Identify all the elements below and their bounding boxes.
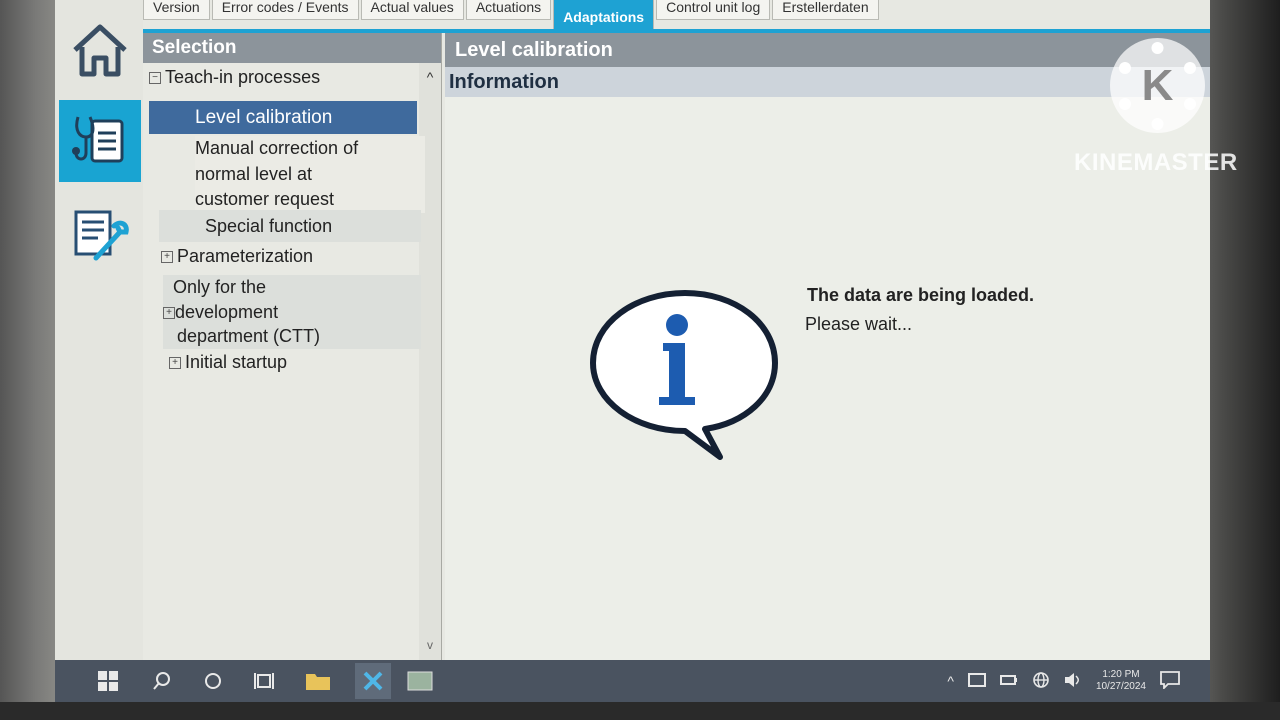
tree-node-label-line-3: customer request (195, 189, 335, 209)
tree-node-level-calibration[interactable]: Level calibration (149, 101, 417, 134)
main-title: Level calibration (445, 33, 1210, 67)
tree-node-label: Level calibration (195, 107, 333, 128)
system-tray: ^ 1:20 PM 10/27/2024 (947, 660, 1180, 702)
stethoscope-clipboard-icon (68, 107, 132, 176)
xentry-app-icon[interactable] (355, 663, 391, 699)
expand-icon[interactable]: + (169, 357, 181, 370)
icon-rail (55, 0, 145, 660)
tree-node-label: Parameterization (177, 246, 314, 266)
collapse-icon[interactable]: − (149, 72, 161, 85)
tree-node-label-block: Only for the development department (CTT… (173, 275, 320, 349)
tab-error-codes[interactable]: Error codes / Events (211, 0, 359, 20)
selection-panel: Selection ^ v − Teach-in processes Level … (143, 33, 442, 660)
tree-node-initial-startup[interactable]: + Initial startup (169, 350, 421, 375)
tab-adaptations[interactable]: Adaptations (553, 0, 655, 30)
expand-icon[interactable]: + (161, 251, 173, 264)
search-icon[interactable] (149, 668, 175, 694)
monitor-bezel-bottom (0, 702, 1280, 720)
info-speech-bubble-icon (585, 285, 785, 465)
tab-actuations[interactable]: Actuations (465, 0, 552, 20)
service-tools-button[interactable] (59, 195, 141, 277)
clock[interactable]: 1:20 PM 10/27/2024 (1096, 669, 1146, 693)
tree-node-development[interactable]: + Only for the development department (C… (163, 275, 421, 349)
taskbar: ^ 1:20 PM 10/27/2024 (55, 660, 1210, 702)
device-icon[interactable] (967, 672, 986, 691)
tree-node-label-line-1: Only for the (173, 277, 267, 297)
tree-node-label: Teach-in processes (165, 67, 321, 87)
scroll-down-icon[interactable]: v (419, 638, 441, 656)
home-button[interactable] (59, 12, 141, 94)
tree-node-label: Initial startup (185, 352, 288, 372)
tab-version[interactable]: Version (143, 0, 210, 20)
tree-node-parameterization[interactable]: + Parameterization (161, 244, 421, 269)
clock-time: 1:20 PM (1102, 669, 1140, 680)
loading-message-subtitle: Please wait... (805, 314, 913, 334)
file-explorer-icon[interactable] (305, 668, 331, 694)
kinemaster-logo-letter: K (1142, 61, 1174, 110)
tree-node-label-line-2: development (175, 301, 279, 322)
loading-message-title: The data are being loaded. (807, 285, 1035, 305)
tree-node-label-line-1: Manual correction of (195, 138, 359, 158)
network-globe-icon[interactable] (1032, 671, 1050, 692)
information-bar: Information (445, 67, 1210, 97)
tab-control-unit-log[interactable]: Control unit log (656, 0, 771, 20)
kinemaster-watermark-text: KINEMASTER (1074, 149, 1238, 176)
tree-node-label-line-3: department (CTT) (177, 326, 321, 346)
clock-date: 10/27/2024 (1095, 681, 1146, 692)
kinemaster-logo: K (1110, 38, 1205, 133)
monitor-bezel-left (0, 0, 60, 720)
notification-icon[interactable] (1160, 670, 1180, 692)
tree-node-teach-in[interactable]: − Teach-in processes (149, 65, 419, 90)
tree-node-label-line-2: normal level at (195, 163, 313, 184)
tree-node-manual-correction[interactable]: Manual correction of normal level at cus… (195, 136, 425, 213)
chevron-up-icon[interactable]: ^ (947, 673, 954, 689)
home-icon (69, 20, 131, 87)
tree-node-label: Special function (205, 215, 333, 236)
tab-bar: Version Error codes / Events Actual valu… (143, 0, 1210, 30)
selection-header: Selection (143, 33, 441, 63)
window-app-icon[interactable] (407, 668, 433, 694)
cortana-icon[interactable] (200, 668, 226, 694)
diagnosis-button[interactable] (59, 100, 141, 182)
main-panel: Level calibration Information The data a… (445, 33, 1210, 660)
tab-actual-values[interactable]: Actual values (360, 0, 464, 20)
screen: Version Error codes / Events Actual valu… (55, 0, 1210, 702)
windows-start-icon[interactable] (95, 668, 121, 694)
tree-node-special-function[interactable]: Special function (159, 210, 421, 242)
battery-icon[interactable] (999, 673, 1018, 689)
volume-icon[interactable] (1064, 672, 1082, 691)
tab-erstellerdaten[interactable]: Erstellerdaten (772, 0, 879, 20)
scroll-up-icon[interactable]: ^ (419, 69, 441, 89)
document-wrench-icon (68, 202, 132, 271)
task-view-icon[interactable] (251, 668, 277, 694)
